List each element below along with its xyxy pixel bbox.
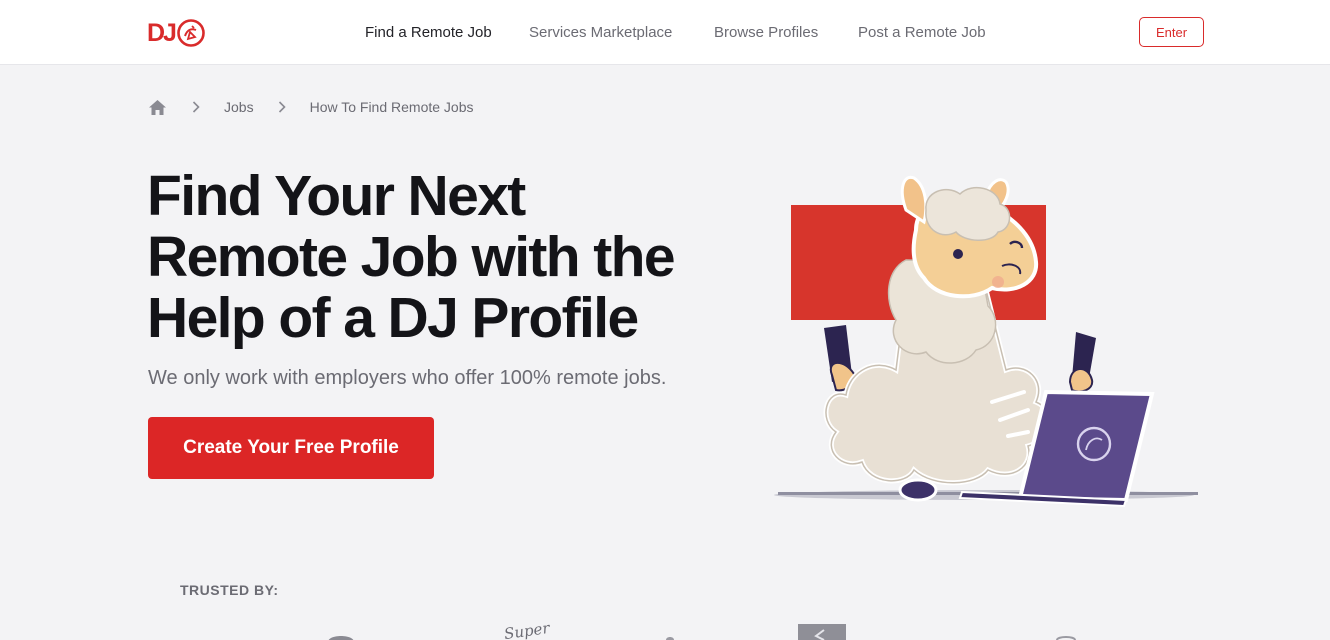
nav-post-remote-job[interactable]: Post a Remote Job [858, 24, 986, 41]
home-icon[interactable] [148, 97, 168, 117]
partner-logo-dot-icon [666, 637, 674, 640]
hero-title-line-3: Help of a DJ Profile [147, 286, 639, 350]
breadcrumb: Jobs How To Find Remote Jobs [148, 97, 474, 117]
chevron-right-icon [188, 99, 204, 115]
partner-logo-square-icon [798, 624, 846, 640]
hero-subtitle: We only work with employers who offer 10… [148, 367, 667, 389]
enter-button[interactable]: Enter [1139, 17, 1204, 47]
trusted-by-label: TRUSTED BY: [180, 582, 279, 598]
hero-title: Find Your Next Remote Job with the Help … [147, 166, 767, 349]
breadcrumb-current-page: How To Find Remote Jobs [309, 99, 474, 115]
breadcrumb-jobs[interactable]: Jobs [224, 99, 254, 115]
hero-title-line-2: Remote Job with the [147, 225, 676, 289]
main-nav: Find a Remote Job Services Marketplace B… [0, 0, 1330, 65]
hero-title-line-1: Find Your Next [147, 164, 526, 228]
top-navigation-bar: DJ Find a Remote Job Services Marketplac… [0, 0, 1330, 65]
partner-logo-super: Super [502, 618, 551, 640]
create-free-profile-button[interactable]: Create Your Free Profile [148, 417, 434, 479]
nav-services-marketplace[interactable]: Services Marketplace [529, 24, 672, 41]
partner-logo-arc-icon [1056, 636, 1076, 640]
nav-find-remote-job[interactable]: Find a Remote Job [365, 24, 492, 41]
partner-logo-circle-icon [328, 636, 354, 640]
nav-browse-profiles[interactable]: Browse Profiles [714, 24, 818, 41]
chevron-right-icon [274, 99, 290, 115]
llama-laptop-illustration [766, 170, 1202, 515]
trusted-logos-row: Super [0, 618, 1330, 640]
